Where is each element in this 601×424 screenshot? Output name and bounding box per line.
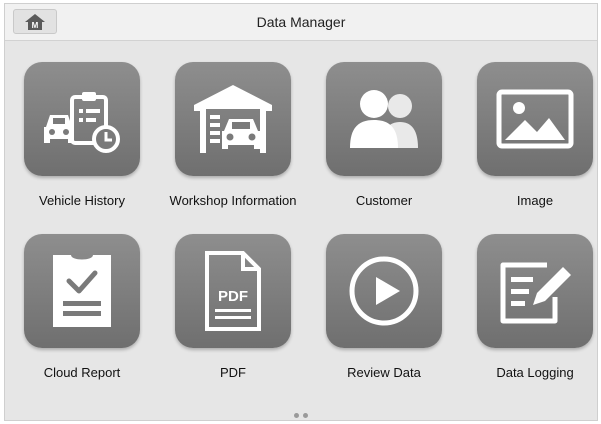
svg-text:PDF: PDF — [218, 288, 248, 305]
app-window: M Data Manager Vehicle History Workshop … — [4, 3, 598, 421]
customer-people-icon — [350, 90, 418, 148]
image-picture-icon — [496, 89, 574, 149]
edit-note-icon — [500, 262, 571, 324]
tile-cloud-report[interactable]: Cloud Report — [6, 234, 158, 402]
page-dot[interactable] — [294, 413, 299, 418]
pdf-file-icon: PDF — [205, 251, 261, 331]
cloud-report-tile-icon-box[interactable] — [24, 234, 140, 348]
vehicle-history-tile-icon-box[interactable] — [24, 62, 140, 176]
top-bar: M Data Manager — [5, 4, 597, 41]
workshop-tile-icon-box[interactable] — [175, 62, 291, 176]
tile-label: Cloud Report — [43, 365, 121, 380]
pdf-tile-icon-box[interactable]: PDF — [175, 234, 291, 348]
tile-workshop-information[interactable]: Workshop Information — [157, 62, 309, 230]
tile-vehicle-history[interactable]: Vehicle History — [6, 62, 158, 230]
page-title: Data Manager — [256, 14, 346, 30]
tile-label: Customer — [355, 193, 413, 208]
play-circle-icon — [349, 256, 419, 326]
tile-review-data[interactable]: Review Data — [308, 234, 460, 402]
tile-customer[interactable]: Customer — [308, 62, 460, 230]
customer-tile-icon-box[interactable] — [326, 62, 442, 176]
page-indicator — [5, 405, 597, 423]
tile-image[interactable]: Image — [459, 62, 601, 230]
tile-label: Data Logging — [496, 365, 574, 380]
tile-pdf[interactable]: PDF PDF — [157, 234, 309, 402]
workshop-garage-icon — [194, 85, 272, 153]
vehicle-history-icon — [44, 92, 120, 153]
review-data-tile-icon-box[interactable] — [326, 234, 442, 348]
page-dot[interactable] — [303, 413, 308, 418]
tile-label: PDF — [220, 365, 246, 380]
clipboard-check-icon — [53, 255, 111, 327]
tile-label: Review Data — [347, 365, 421, 380]
data-logging-tile-icon-box[interactable] — [477, 234, 593, 348]
tile-label: Image — [516, 193, 554, 208]
image-tile-icon-box[interactable] — [477, 62, 593, 176]
tile-data-logging[interactable]: Data Logging — [459, 234, 601, 402]
tile-label: Vehicle History — [39, 193, 125, 208]
tile-label: Workshop Information — [169, 193, 297, 208]
